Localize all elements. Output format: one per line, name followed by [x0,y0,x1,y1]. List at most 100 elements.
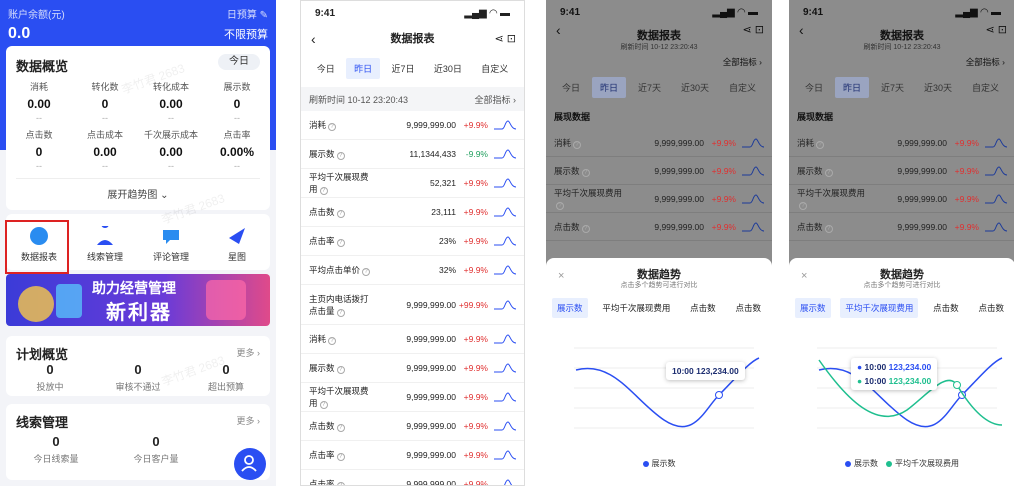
stat-label: 投放中 [36,382,64,392]
promo-banner[interactable]: 助力经营管理 新利器 [6,274,270,326]
date-tab[interactable]: 今日 [797,77,831,98]
metric-chip[interactable]: 展示数 [552,298,588,318]
metric-chip[interactable]: 平均千次展现费用 [840,298,919,318]
data-point [953,381,961,389]
metric-row[interactable]: 点击率? 9,999,999.00 +9.9% [301,470,524,485]
help-icon[interactable]: ? [581,168,590,177]
metric-name: 平均千次展现费用? [309,386,369,409]
metric-row[interactable]: 平均千次展现费用? 9,999,999.00 +9.9% [301,383,524,412]
metric-row[interactable]: 消耗? 9,999,999.00 +9.9% [301,111,524,140]
help-icon[interactable]: ? [319,401,328,409]
section-title: 展现数据 [797,112,834,122]
trend-chart[interactable] [797,340,1007,450]
metric-row[interactable]: 消耗? 9,999,999.00 +9.9% [301,325,524,354]
date-tab[interactable]: 昨日 [346,57,381,79]
help-icon[interactable]: ? [319,187,328,195]
metric-row[interactable]: 点击率? 9,999,999.00 +9.9% [301,441,524,470]
help-icon[interactable]: ? [336,366,345,374]
all-metrics-link[interactable]: 全部指标 › [546,52,772,72]
metric-chip[interactable]: 平均千次展现费用 [597,298,675,318]
metric-row[interactable]: 展示数? 9,999,999.00 +9.9% [301,354,524,383]
all-metrics-link[interactable]: 全部指标 › [789,52,1014,72]
help-icon[interactable]: ? [816,140,825,149]
help-icon[interactable]: ? [336,239,345,247]
back-icon[interactable]: ‹ [556,23,561,37]
help-icon[interactable]: ? [328,123,337,131]
metric-row[interactable]: 点击数? 9,999,999.00 +9.9% [546,213,772,241]
metric-row[interactable]: 平均点击单价? 32% +9.9% [301,256,524,285]
help-icon[interactable]: ? [799,202,807,210]
metric-row[interactable]: 消耗? 9,999,999.00 +9.9% [546,129,772,157]
tool-pie[interactable]: 数据报表 [5,220,69,274]
metric-row[interactable]: 平均千次展现费用? 9,999,999.00 +9.9% [546,185,772,213]
share-bookmark-icons[interactable]: ⋖ ⊡ [495,25,517,53]
chart-tooltip: ● 10:00 123,234.00 ● 10:00 123,234.00 [851,358,938,390]
date-tab[interactable]: 自定义 [964,77,1007,98]
metric-chip[interactable]: 点击数 [928,298,964,318]
tool-person[interactable]: 线索管理 [75,226,135,263]
date-tab[interactable]: 自定义 [721,77,764,98]
data-overview-card: 数据概览 今日 消耗 0.00 -- 转化数 0 -- 转化成本 0.00 -- 展示数 0 -- 点… [6,46,270,210]
contact-fab-button[interactable] [234,448,266,480]
help-icon[interactable]: ? [824,224,833,233]
expand-trend-button[interactable]: 展开趋势图 ⌄ [6,186,270,201]
leads-stat[interactable]: 0 今日客户量 [106,434,206,465]
metric-chip[interactable]: 点击数 [730,298,766,318]
help-icon[interactable]: ? [573,140,582,149]
budget-label[interactable]: 日预算 ✎ [227,6,268,21]
metric-chip[interactable]: 点击数 [685,298,721,318]
leads-stat[interactable]: 0 今日线索量 [6,434,106,465]
leads-more-link[interactable]: 更多 › [237,414,261,427]
metric-row[interactable]: 点击数? 9,999,999.00 +9.9% [789,213,1014,241]
metric-row[interactable]: 点击数? 23,111 +9.9% [301,198,524,227]
date-tab[interactable]: 近7天 [630,77,669,98]
help-icon[interactable]: ? [336,210,345,218]
share-bookmark-icons[interactable]: ⋖ ⊡ [986,24,1008,37]
help-icon[interactable]: ? [556,202,564,210]
tool-star-map[interactable]: 星图 [207,226,267,263]
date-tab[interactable]: 自定义 [473,58,516,79]
back-icon[interactable]: ‹ [799,23,804,37]
help-icon[interactable]: ? [362,268,371,276]
back-icon[interactable]: ‹ [311,25,316,53]
metric-row[interactable]: 主页内电话拨打点击量? 9,999,999.00 +99.9% [301,285,524,325]
metric-chip[interactable]: 点击数 [973,298,1009,318]
plan-stat[interactable]: 0 投放中 [6,362,94,393]
help-icon[interactable]: ? [336,152,345,160]
date-tab[interactable]: 今日 [554,77,588,98]
metric-change: -9.9% [465,149,488,159]
trend-chart[interactable] [554,340,764,450]
plan-more-link[interactable]: 更多 › [237,346,261,359]
budget-value[interactable]: 不限预算 [224,26,268,42]
metric-row[interactable]: 点击数? 9,999,999.00 +9.9% [301,412,524,441]
metric-chip[interactable]: 展示数 [795,298,831,318]
date-tab[interactable]: 昨日 [591,76,626,98]
share-bookmark-icons[interactable]: ⋖ ⊡ [743,24,765,37]
date-tab[interactable]: 近30天 [673,77,717,98]
date-tab[interactable]: 近7天 [873,77,912,98]
help-icon[interactable]: ? [336,308,345,317]
date-tab[interactable]: 近30天 [916,77,960,98]
metric-row[interactable]: 消耗? 9,999,999.00 +9.9% [789,129,1014,157]
metric-value: 0.00 [159,97,183,111]
metric-row[interactable]: 展示数? 11,1344,433 -9.9% [301,140,524,169]
metric-row[interactable]: 展示数? 9,999,999.00 +9.9% [789,157,1014,185]
help-icon[interactable]: ? [336,482,345,485]
metric-row[interactable]: 平均千次展现费用? 9,999,999.00 +9.9% [789,185,1014,213]
date-tab[interactable]: 近7日 [383,58,422,79]
tool-comment[interactable]: 评论管理 [141,226,201,263]
all-metrics-link[interactable]: 全部指标 › [475,93,517,106]
date-tab[interactable]: 今日 [309,58,343,79]
metric-row[interactable]: 展示数? 9,999,999.00 +9.9% [546,157,772,185]
today-button[interactable]: 今日 [218,54,260,70]
help-icon[interactable]: ? [336,424,345,432]
help-icon[interactable]: ? [824,168,833,177]
help-icon[interactable]: ? [328,337,337,345]
date-tab[interactable]: 近30日 [426,58,470,79]
sparkline-icon [742,165,764,175]
metric-row[interactable]: 平均千次展现费用? 52,321 +9.9% [301,169,524,198]
metric-row[interactable]: 点击率? 23% +9.9% [301,227,524,256]
date-tab[interactable]: 昨日 [834,76,869,98]
help-icon[interactable]: ? [581,224,590,233]
help-icon[interactable]: ? [336,453,345,461]
